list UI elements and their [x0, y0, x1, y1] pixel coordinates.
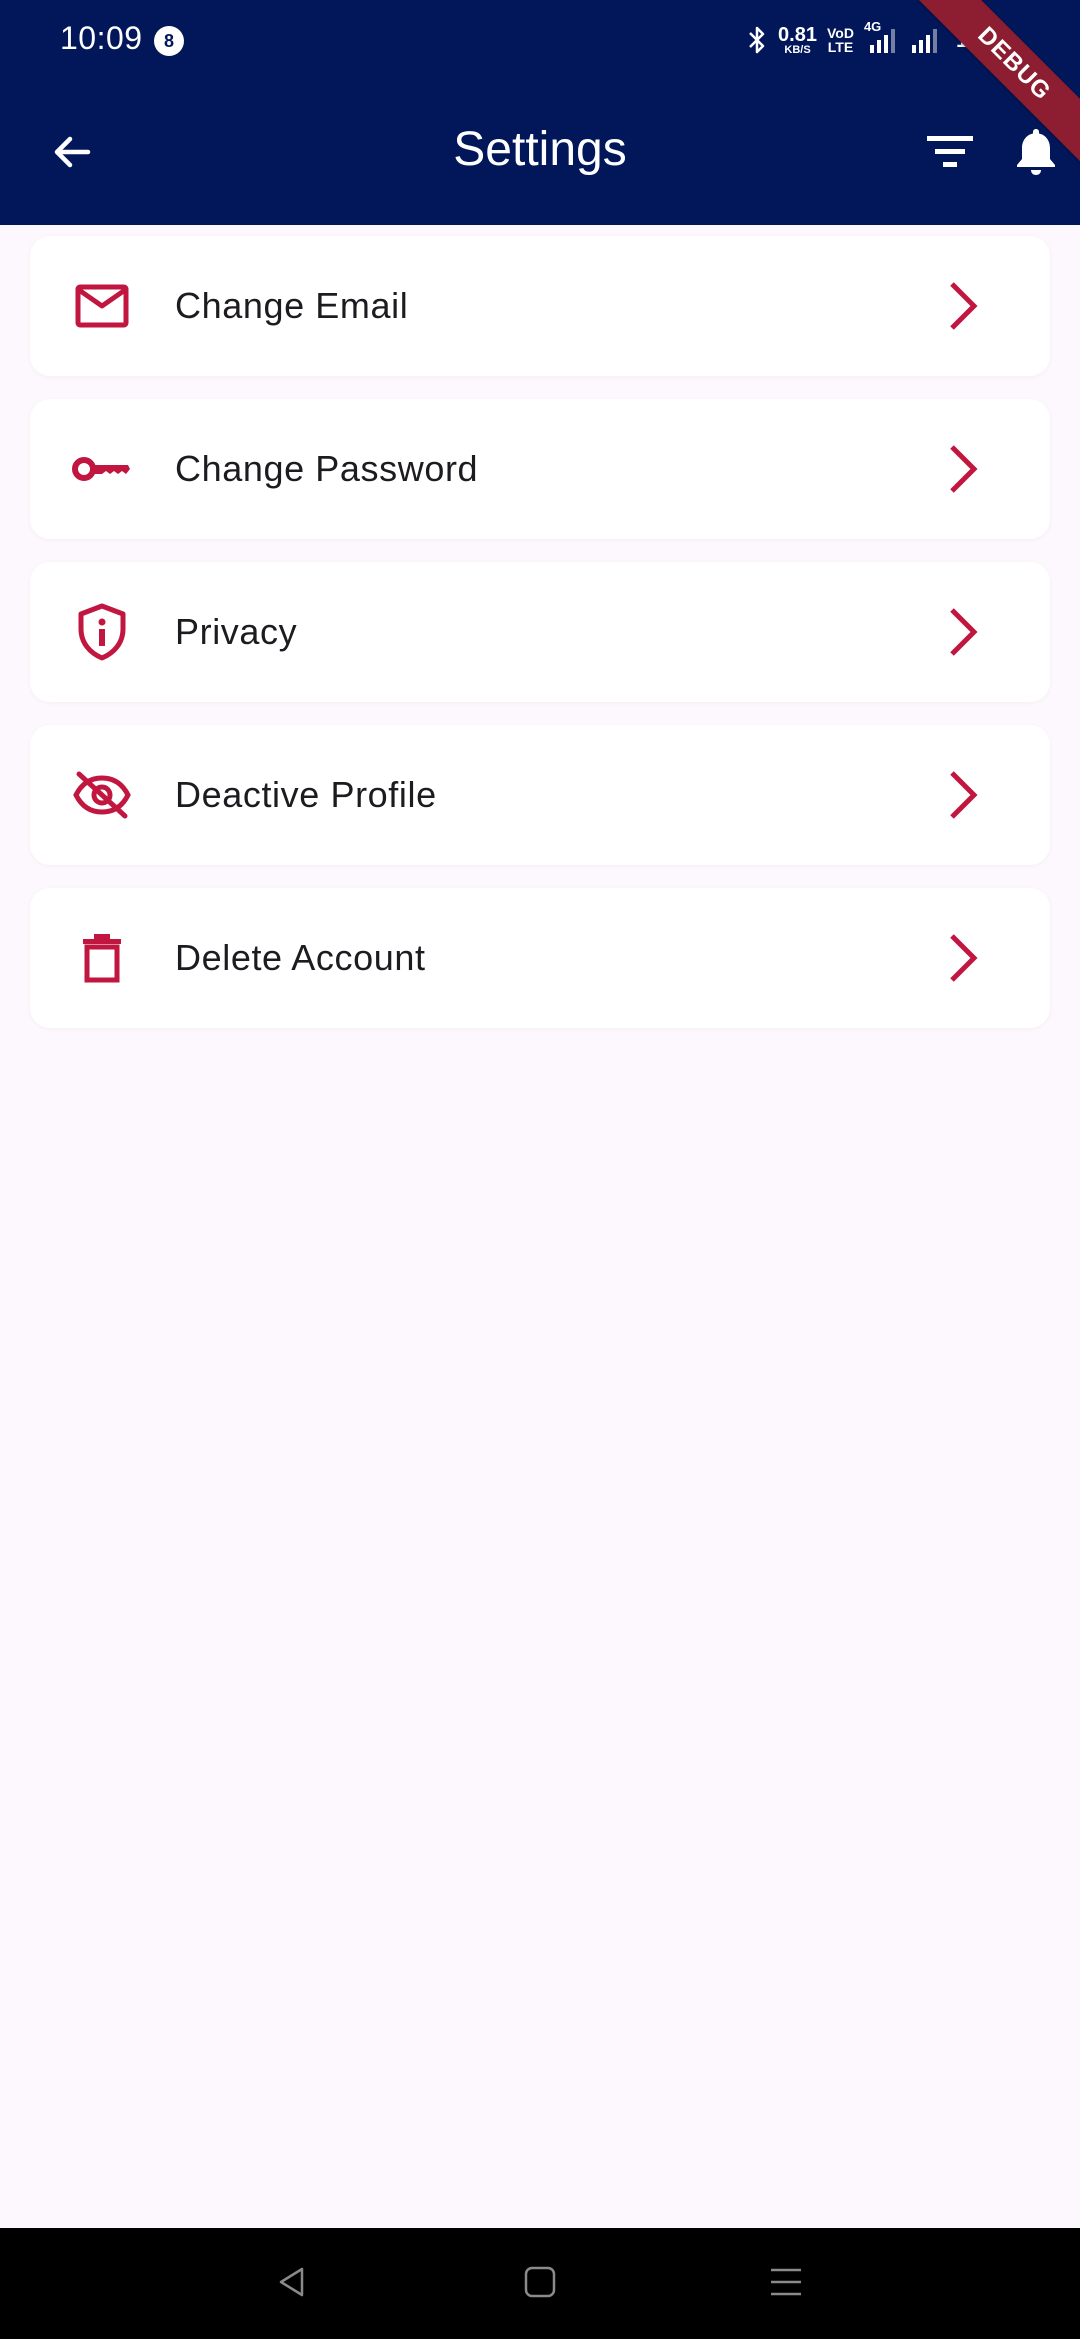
chevron-right-icon — [930, 926, 994, 990]
signal-icon — [910, 25, 946, 55]
screen: 10:09 8 0.81 KB/S VoD LTE 4G DEBUG Setti… — [0, 0, 1080, 2339]
menu-lines-icon — [768, 2264, 804, 2305]
system-home-button[interactable] — [510, 2254, 570, 2314]
setting-deactive-profile[interactable]: Deactive Profile — [30, 725, 1050, 865]
eye-off-icon — [70, 763, 134, 827]
home-square-icon — [522, 2264, 558, 2305]
chevron-right-icon — [930, 274, 994, 338]
filter-button[interactable] — [918, 122, 982, 186]
shield-info-icon — [70, 600, 134, 664]
setting-label: Change Email — [175, 285, 409, 326]
settings-list: Change Email Change Password Privacy Dea… — [30, 236, 1050, 1051]
system-back-button[interactable] — [262, 2254, 322, 2314]
app-bar: Settings — [0, 82, 1080, 225]
bluetooth-icon — [746, 25, 768, 55]
setting-label: Deactive Profile — [175, 774, 437, 815]
notification-badge: 8 — [154, 26, 184, 56]
network-speed-unit: KB/S — [784, 43, 811, 56]
volte-top: VoD — [826, 25, 854, 41]
mail-icon — [70, 274, 134, 338]
setting-label: Delete Account — [175, 937, 426, 978]
setting-delete-account[interactable]: Delete Account — [30, 888, 1050, 1028]
network-speed-value: 0.81 — [778, 23, 817, 46]
system-nav-bar — [0, 2228, 1080, 2339]
setting-privacy[interactable]: Privacy — [30, 562, 1050, 702]
setting-change-password[interactable]: Change Password — [30, 399, 1050, 539]
network-speed: 0.81 KB/S — [778, 25, 817, 56]
signal-4g-icon: 4G — [864, 19, 900, 55]
status-time: 10:09 — [60, 20, 143, 56]
status-bar: 10:09 8 0.81 KB/S VoD LTE 4G — [0, 0, 1080, 82]
system-menu-button[interactable] — [756, 2254, 816, 2314]
setting-label: Privacy — [175, 611, 298, 652]
back-triangle-icon — [274, 2264, 310, 2305]
volte-bottom: LTE — [827, 39, 854, 55]
chevron-right-icon — [930, 600, 994, 664]
chevron-right-icon — [930, 437, 994, 501]
setting-change-email[interactable]: Change Email — [30, 236, 1050, 376]
volte-indicator: VoD LTE — [827, 26, 854, 54]
filter-icon — [925, 132, 975, 177]
key-icon — [70, 437, 134, 501]
trash-icon — [70, 926, 134, 990]
chevron-right-icon — [930, 763, 994, 827]
setting-label: Change Password — [175, 448, 479, 489]
network-type: 4G — [863, 19, 882, 34]
